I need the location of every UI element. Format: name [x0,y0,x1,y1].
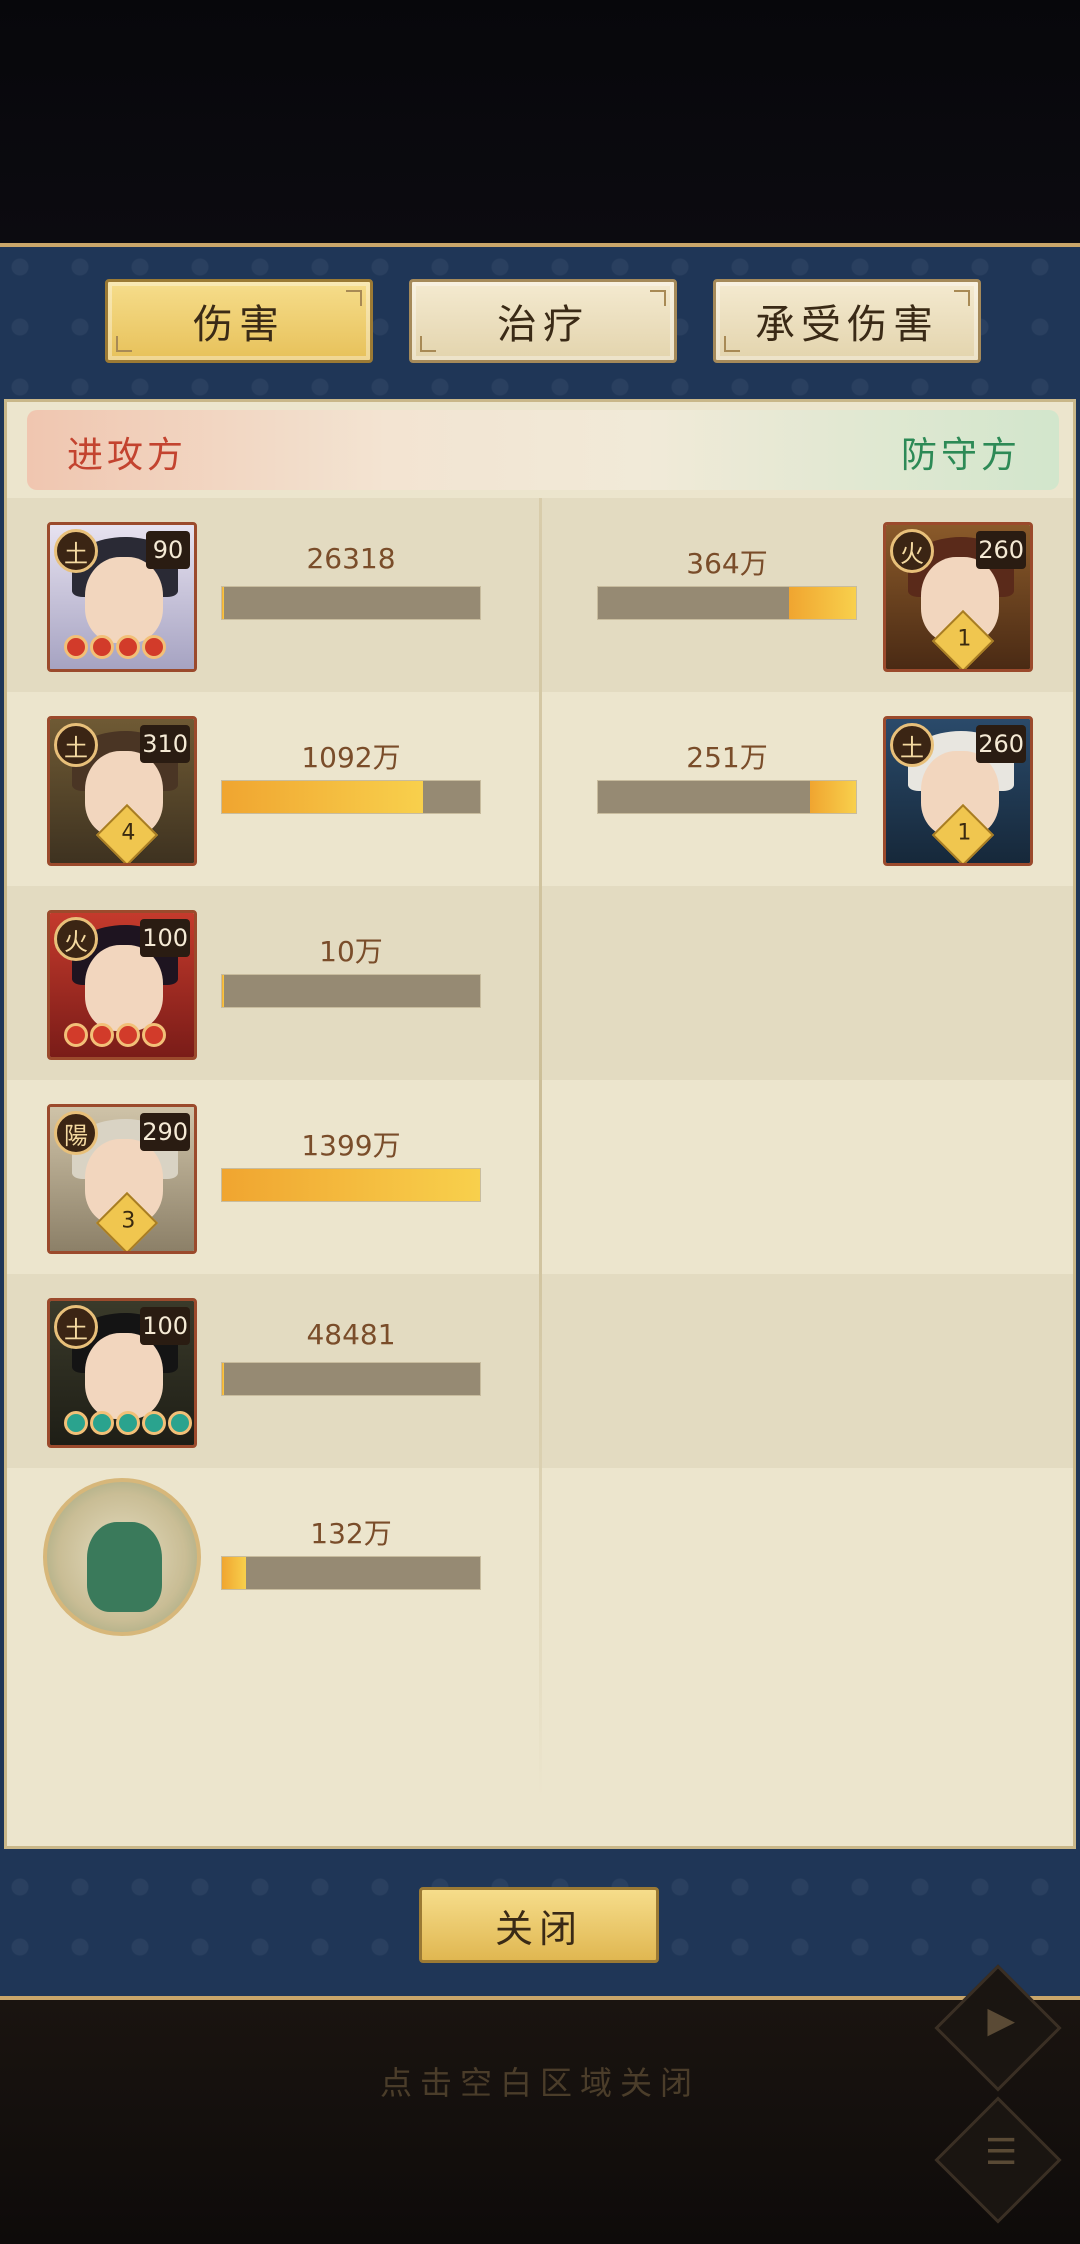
level-badge: 260 [976,725,1026,763]
defender-label: 防守方 [900,435,1021,476]
damage-value: 1092万 [301,741,401,774]
star-icon [90,1411,114,1435]
beast-avatar[interactable] [43,1478,201,1636]
hero-avatar[interactable]: 土 90 [47,522,197,672]
backdrop-bottom[interactable] [0,1998,1080,2244]
stats-panel: 伤害 治疗 承受伤害 进攻方 防守方 土 90 26318 364万火 260 1 土 31… [0,243,1080,2000]
star-icon [142,635,166,659]
tab-damage-taken[interactable]: 承受伤害 [713,279,981,363]
damage-bar-fill [810,781,856,813]
damage-bar [221,974,481,1008]
tap-to-close-hint: 点击空白区域关闭 [379,2064,700,2102]
damage-value: 364万 [686,547,768,580]
damage-bar [597,586,857,620]
element-icon: 土 [54,529,98,573]
tab-healing-label: 治疗 [497,302,589,348]
star-row [64,1411,192,1437]
avatar-face [85,1333,163,1419]
hero-avatar[interactable]: 土 260 1 [883,716,1033,866]
damage-bar-fill [222,587,224,619]
damage-value: 1399万 [301,1129,401,1162]
level-badge: 310 [140,725,190,763]
damage-value: 26318 [306,542,396,575]
beast-body [87,1522,162,1612]
hero-avatar[interactable]: 陽 290 3 [47,1104,197,1254]
close-button-label: 关闭 [494,1906,583,1951]
star-icon [116,635,140,659]
hero-avatar[interactable]: 火 260 1 [883,522,1033,672]
element-icon: 土 [890,723,934,767]
damage-bar-fill [222,781,423,813]
avatar-face [85,557,163,643]
damage-bar [597,780,857,814]
element-icon: 火 [54,917,98,961]
damage-bar [221,780,481,814]
column-divider [539,498,542,1798]
level-badge: 90 [146,531,190,569]
side-header: 进攻方 防守方 [27,410,1059,490]
rank-number: 1 [957,820,972,846]
close-button[interactable]: 关闭 [419,1887,659,1963]
level-badge: 100 [140,1307,190,1345]
damage-bar [221,1168,481,1202]
damage-bar-fill [789,587,856,619]
star-icon [168,1411,192,1435]
play-icon: ▶ [987,2000,1016,2042]
star-icon [142,1023,166,1047]
level-badge: 100 [140,919,190,957]
star-icon [64,1411,88,1435]
star-row [64,1023,166,1049]
damage-bar [221,586,481,620]
star-icon [116,1023,140,1047]
scroll-icon: ☰ [985,2132,1018,2174]
hero-avatar[interactable]: 土 100 [47,1298,197,1448]
backdrop-top[interactable] [0,0,1080,245]
hero-avatar[interactable]: 火 100 [47,910,197,1060]
tab-bar: 伤害 治疗 承受伤害 [0,279,1080,363]
star-icon [90,1023,114,1047]
tab-damage-label: 伤害 [193,302,285,348]
rank-number: 1 [957,626,972,652]
tab-damage-taken-label: 承受伤害 [755,302,939,348]
damage-value: 48481 [306,1318,396,1351]
star-row [64,635,166,661]
rank-number: 4 [121,820,136,846]
damage-bar-fill [222,1557,246,1589]
star-icon [64,635,88,659]
damage-value: 132万 [310,1517,392,1550]
element-icon: 土 [54,1305,98,1349]
star-icon [116,1411,140,1435]
star-icon [90,635,114,659]
stats-content: 进攻方 防守方 土 90 26318 364万火 260 1 土 310 4 1092万 251万… [4,399,1076,1849]
element-icon: 土 [54,723,98,767]
damage-bar-fill [222,1169,480,1201]
star-icon [64,1023,88,1047]
attacker-label: 进攻方 [67,435,188,476]
tab-healing[interactable]: 治疗 [409,279,677,363]
rank-number: 3 [121,1208,136,1234]
tab-damage[interactable]: 伤害 [105,279,373,363]
star-icon [142,1411,166,1435]
level-badge: 260 [976,531,1026,569]
damage-bar-fill [222,975,224,1007]
damage-value: 10万 [319,935,383,968]
element-icon: 火 [890,529,934,573]
damage-bar-fill [222,1363,224,1395]
damage-bar [221,1362,481,1396]
avatar-face [85,945,163,1031]
level-badge: 290 [140,1113,190,1151]
damage-bar [221,1556,481,1590]
element-icon: 陽 [54,1111,98,1155]
hero-avatar[interactable]: 土 310 4 [47,716,197,866]
damage-value: 251万 [686,741,768,774]
